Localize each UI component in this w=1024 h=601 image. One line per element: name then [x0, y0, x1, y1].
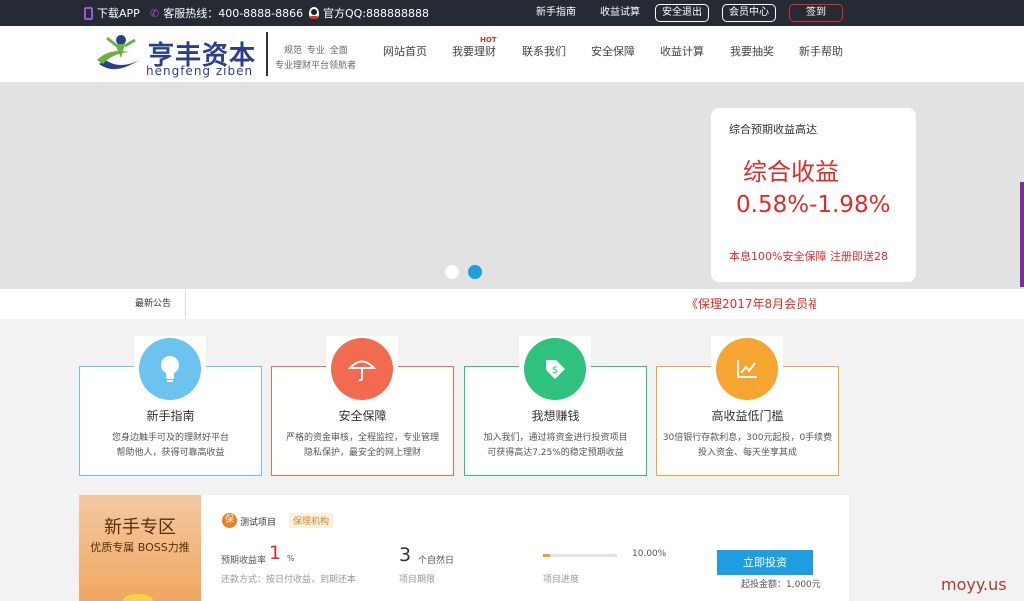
guarantee-badge-icon: 保 — [222, 513, 237, 528]
feature-title: 新手指南 — [146, 409, 195, 423]
nav-security[interactable]: 安全保障 — [591, 26, 635, 78]
nav-home[interactable]: 网站首页 — [383, 26, 427, 78]
feature-desc-line: 您身边触手可及的理财好平台 — [111, 433, 229, 443]
rate-label: 预期收益率 — [221, 556, 267, 566]
carousel-dot-2[interactable] — [468, 265, 482, 279]
newbie-zone-subtitle: 优质专属 BOSS力推 — [90, 541, 190, 554]
rate-unit: % — [287, 554, 295, 563]
term-value: 3 — [399, 544, 412, 566]
yield-card-title: 综合收益 — [743, 158, 839, 186]
progress-label: 项目进度 — [543, 575, 580, 585]
money-tag-icon: $ — [524, 338, 586, 400]
feature-title: 安全保障 — [338, 409, 387, 423]
sign-in-button[interactable]: 签到 — [789, 4, 843, 22]
phone-call-icon: ✆ — [150, 6, 160, 20]
announcement-bar: 最新公告 《保理2017年8月会员福 — [0, 289, 1024, 319]
feature-desc-line: 隐私保护，最安全的网上理财 — [303, 448, 421, 458]
rate-value: 1 — [269, 542, 282, 564]
feature-title: 我想赚钱 — [531, 409, 580, 423]
feature-desc-line: 帮助他人，获得可靠高收益 — [116, 448, 225, 458]
nav-help[interactable]: 新手帮助 — [799, 26, 843, 78]
qq-icon — [309, 7, 319, 19]
svg-text:$: $ — [552, 365, 558, 376]
logo-subtitle: hengfeng ziben — [146, 64, 254, 78]
nav-lottery[interactable]: 我要抽奖 — [730, 26, 774, 78]
newbie-zone-banner[interactable]: 新手专区 优质专属 BOSS力推 — [79, 495, 201, 601]
feature-icon-wrap: $ — [519, 336, 591, 408]
lightbulb-icon — [139, 338, 201, 400]
nav-invest[interactable]: 我要理财 HOT — [452, 26, 497, 78]
product-card: 保 测试项目 保理机构 预期收益率 1 % 还款方式：按日付收益，到期还本 3 … — [201, 495, 849, 601]
feature-desc-line: 严格的资金审核，全程监控，专业管理 — [285, 433, 439, 443]
hotline: ✆ 客服热线：400-8888-8866 — [150, 0, 303, 26]
top-bar: 下载APP ✆ 客服热线：400-8888-8866 官方QQ:88888888… — [0, 0, 1024, 26]
feature-icon-wrap — [134, 336, 206, 408]
top-link-guide[interactable]: 新手指南 — [536, 0, 576, 26]
watermark-text: moyy.us — [941, 575, 1007, 594]
slogan-line-1: 规范 专业 全面 — [284, 46, 348, 56]
feature-desc: 30倍银行存款利息，300元起投，0手续费 投入资金、每天坐享其成 — [657, 431, 838, 461]
announcement-label: 最新公告 — [135, 299, 172, 309]
hotline-text: 客服热线：400-8888-8866 — [163, 7, 304, 20]
nav-contact[interactable]: 联系我们 — [522, 26, 566, 78]
mobile-phone-icon — [84, 6, 93, 20]
term-label: 项目期限 — [399, 575, 436, 585]
progress-percent: 10.00% — [632, 549, 667, 559]
top-link-calculator[interactable]: 收益试算 — [600, 0, 640, 26]
logo-icon[interactable] — [95, 30, 145, 78]
nav-invest-label: 我要理财 — [452, 45, 496, 58]
product-tag: 保理机构 — [289, 513, 334, 528]
yield-card-subtitle: 综合预期收益高达 — [729, 123, 817, 136]
nav-calculator[interactable]: 收益计算 — [660, 26, 704, 78]
qq-text: 官方QQ:888888888 — [323, 7, 430, 20]
progress-bar — [543, 554, 617, 557]
logo-divider — [266, 32, 268, 76]
announcement-text[interactable]: 《保理2017年8月会员福 — [686, 289, 816, 319]
invest-now-button[interactable]: 立即投资 — [717, 550, 813, 575]
download-app-label: 下载APP — [97, 7, 140, 20]
download-app-link[interactable]: 下载APP — [84, 0, 140, 26]
min-investment: 起投金额：1,000元 — [741, 580, 821, 590]
side-float-bar[interactable] — [1020, 182, 1024, 287]
coin-icon — [123, 594, 153, 601]
feature-desc: 您身边触手可及的理财好平台 帮助他人，获得可靠高收益 — [80, 431, 261, 461]
feature-desc: 严格的资金审核，全程监控，专业管理 隐私保护，最安全的网上理财 — [272, 431, 453, 461]
chart-icon — [716, 338, 778, 400]
feature-desc-line: 加入我们，通过将资金进行投资项目 — [483, 433, 628, 443]
site-header: 亨丰资本 hengfeng ziben 规范 专业 全面 专业理财平台领航者 网… — [0, 26, 1024, 82]
product-name[interactable]: 测试项目 — [240, 515, 276, 528]
slogan-line-2: 专业理财平台领航者 — [275, 61, 357, 71]
announcement-divider — [185, 289, 186, 319]
feature-title: 高收益低门槛 — [711, 409, 784, 423]
feature-icon-wrap — [711, 336, 783, 408]
newbie-zone-title: 新手专区 — [104, 517, 176, 538]
umbrella-icon — [331, 338, 393, 400]
logout-button[interactable]: 安全退出 — [655, 4, 709, 22]
repay-method: 还款方式：按日付收益，到期还本 — [221, 575, 357, 585]
yield-card: 综合预期收益高达 综合收益 0.58%-1.98% 本息100%安全保障 注册即… — [711, 108, 916, 282]
yield-card-note: 本息100%安全保障 注册即送28 — [729, 250, 888, 263]
hot-badge: HOT — [480, 36, 497, 44]
feature-desc-line: 投入资金、每天坐享其成 — [697, 448, 797, 458]
feature-icon-wrap — [326, 336, 398, 408]
feature-desc-line: 30倍银行存款利息，300元起投，0手续费 — [662, 433, 833, 443]
progress-bar-fill — [543, 554, 551, 557]
yield-card-rate: 0.58%-1.98% — [736, 192, 891, 218]
feature-desc-line: 可获得高达7.25%的稳定预期收益 — [487, 448, 624, 458]
term-unit: 个自然日 — [418, 556, 455, 566]
hero-banner: 综合预期收益高达 综合收益 0.58%-1.98% 本息100%安全保障 注册即… — [0, 82, 1024, 289]
feature-desc: 加入我们，通过将资金进行投资项目 可获得高达7.25%的稳定预期收益 — [465, 431, 646, 461]
official-qq: 官方QQ:888888888 — [309, 0, 429, 26]
member-center-button[interactable]: 会员中心 — [722, 4, 776, 22]
carousel-dot-1[interactable] — [445, 265, 459, 279]
